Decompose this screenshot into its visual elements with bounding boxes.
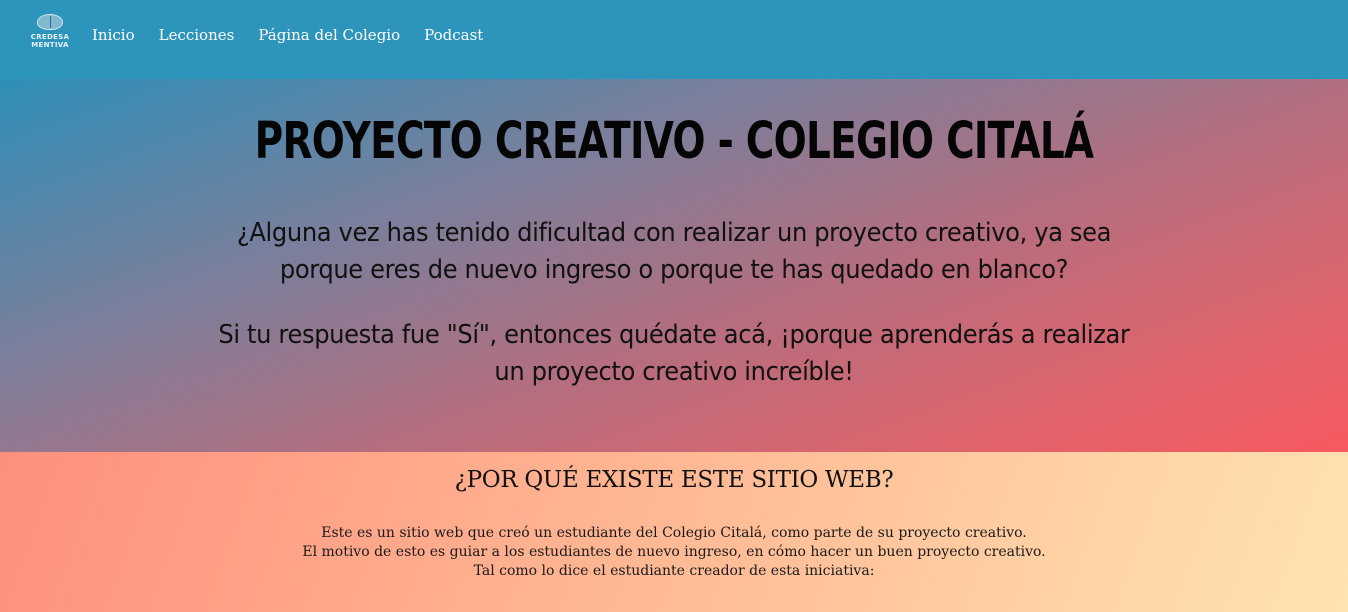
nav-link-podcast[interactable]: Podcast [424,24,483,46]
nav-link-inicio[interactable]: Inicio [92,24,135,46]
about-section: ¿POR QUÉ EXISTE ESTE SITIO WEB? Este es … [0,452,1348,612]
brain-logo-icon [37,14,63,30]
nav-links: Inicio Lecciones Página del Colegio Podc… [92,24,507,46]
nav-link-pagina-colegio[interactable]: Página del Colegio [258,24,400,46]
about-line: Este es un sitio web que creó un estudia… [321,525,1027,541]
about-line: El motivo de esto es guiar a los estudia… [302,544,1046,560]
logo-text-line2: MENTIVA [31,41,69,49]
top-navbar: CREDESA MENTIVA Inicio Lecciones Página … [0,0,1348,79]
logo-text-line1: CREDESA [30,33,70,41]
hero-title: PROYECTO CREATIVO - COLEGIO CITALÁ [254,111,1094,171]
site-logo[interactable]: CREDESA MENTIVA [31,14,69,54]
about-title: ¿POR QUÉ EXISTE ESTE SITIO WEB? [454,467,894,493]
hero-question-text: ¿Alguna vez has tenido dificultad con re… [236,218,1112,285]
hero-section: PROYECTO CREATIVO - COLEGIO CITALÁ ¿Algu… [0,79,1348,452]
about-line: Tal como lo dice el estudiante creador d… [473,563,875,579]
about-text: Este es un sitio web que creó un estudia… [0,524,1348,581]
hero-invitation-text: Si tu respuesta fue "Sí", entonces quéda… [218,320,1130,387]
nav-link-lecciones[interactable]: Lecciones [159,24,235,46]
logo-text: CREDESA MENTIVA [30,33,70,49]
